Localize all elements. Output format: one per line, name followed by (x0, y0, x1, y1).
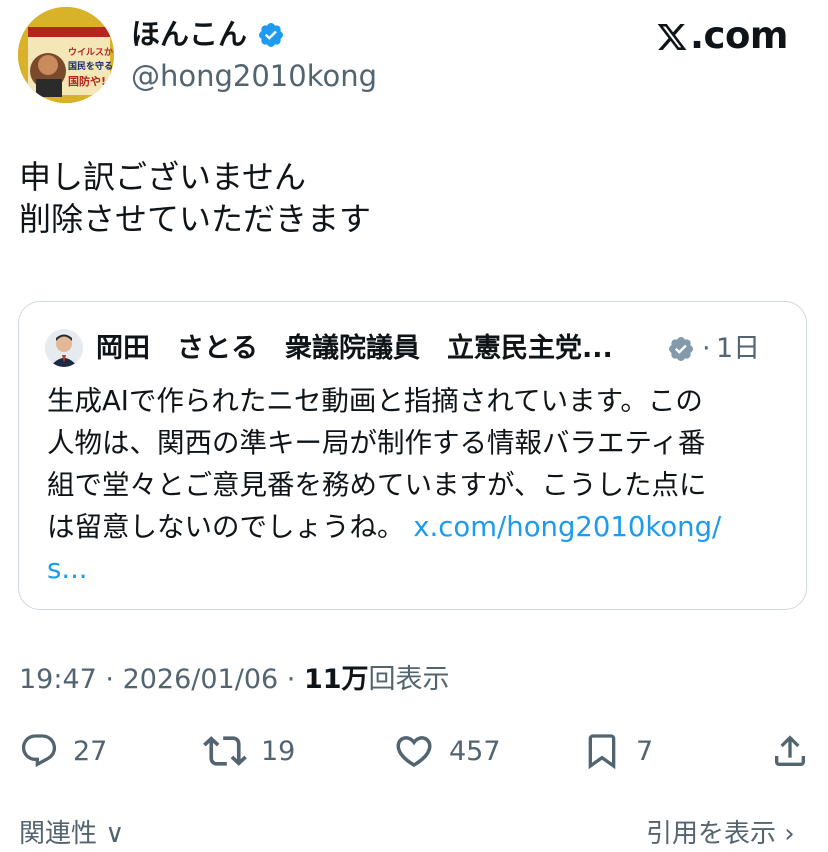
meta-separator-2: · (278, 664, 304, 695)
retweet-count: 19 (261, 735, 296, 767)
view-quotes-button[interactable]: 引用を表示 › (646, 816, 795, 852)
author-handle[interactable]: @hong2010kong (131, 57, 377, 95)
quote-verified-badge-icon (669, 337, 693, 361)
view-count: 11万 (303, 664, 369, 695)
heart-icon (396, 736, 432, 768)
bookmark-button[interactable]: 7 (582, 729, 653, 773)
x-logo-icon (657, 24, 687, 50)
avatar-book-cover-image: ウイルスから 国民を守る 国防や! (18, 7, 114, 103)
avatar-cover-text-3: 国防や! (68, 74, 106, 88)
reply-count: 27 (73, 735, 108, 767)
retweet-button[interactable]: 19 (203, 729, 295, 773)
quote-author-avatar[interactable] (45, 329, 83, 367)
x-com-brand: .com (656, 14, 788, 58)
like-button[interactable]: 457 (393, 729, 501, 773)
author-avatar[interactable]: ウイルスから 国民を守る 国防や! (18, 7, 114, 103)
share-button[interactable] (770, 729, 810, 773)
avatar-cover-text-2: 国民を守る (68, 60, 113, 72)
meta-separator-1: · (96, 664, 123, 695)
quote-body: 生成AIで作られたニセ動画と指摘されています。この 人物は、関西の準キー局が制作… (47, 380, 782, 590)
tweet-meta: 19:47 · 2026/01/06 · 11万回表示 (19, 661, 450, 699)
tweet-line-1: 申し訳ございません (19, 158, 307, 196)
quote-line-2: 人物は、関西の準キー局が制作する情報バラエティ番 (47, 427, 706, 459)
quote-line-1: 生成AIで作られたニセ動画と指摘されています。この (47, 385, 703, 417)
retweet-icon (203, 736, 247, 766)
verified-badge-icon (259, 23, 283, 47)
quote-separator-dot: · (702, 333, 711, 364)
quote-line-4-text: は留意しないのでしょうね。 (47, 511, 405, 543)
reply-button[interactable]: 27 (19, 729, 107, 773)
view-label: 回表示 (368, 664, 450, 695)
bookmark-icon (588, 734, 616, 770)
quote-link-part-2[interactable]: s... (47, 553, 88, 585)
share-icon (775, 735, 805, 766)
quote-line-4: は留意しないのでしょうね。 x.com/hong2010kong/ (47, 506, 782, 548)
tweet-text: 申し訳ございません 削除させていただきます (19, 156, 371, 240)
brand-label: .com (690, 14, 788, 57)
tweet-time[interactable]: 19:47 (19, 664, 97, 695)
quote-author-name[interactable]: 岡田 さとる 衆議院議員 立憲民主党... (96, 330, 613, 368)
quote-timestamp[interactable]: 1日 (716, 330, 760, 368)
avatar-cover-text-1: ウイルスから (68, 47, 114, 58)
quote-avatar-portrait (45, 329, 83, 367)
like-count: 457 (449, 735, 501, 767)
sort-relevance-button[interactable]: 関連性 ∨ (19, 816, 124, 852)
reply-icon (21, 734, 57, 768)
tweet-date[interactable]: 2026/01/06 (123, 664, 279, 695)
quote-link-part-1[interactable]: x.com/hong2010kong/ (413, 511, 721, 543)
quote-line-3: 組で堂々とご意見番を務めていますが、こうした点に (47, 469, 707, 501)
tweet-line-2: 削除させていただきます (19, 200, 372, 238)
author-name[interactable]: ほんこん (131, 14, 247, 54)
bookmark-count: 7 (636, 735, 654, 767)
